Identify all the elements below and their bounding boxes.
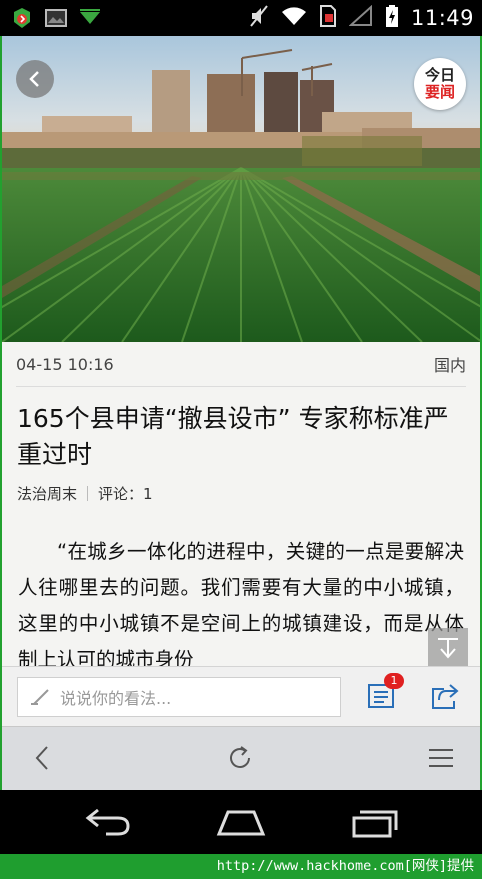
badge-line2: 要闻 — [424, 83, 455, 101]
article-meta: 04-15 10:16 国内 — [16, 342, 466, 387]
back-button[interactable] — [16, 60, 54, 98]
pencil-icon — [31, 689, 49, 705]
scroll-down-button[interactable] — [428, 628, 468, 666]
comment-count-badge: 1 — [384, 673, 404, 689]
refresh-icon — [230, 746, 250, 768]
battery-charging-icon — [385, 4, 399, 32]
today-news-badge[interactable]: 今日 要闻 — [414, 58, 466, 110]
article-byline: 法治周末 评论：1 — [17, 483, 465, 504]
back-arrow-icon — [85, 808, 130, 836]
no-sim-icon — [319, 4, 337, 32]
article-date: 04-15 10:16 — [16, 354, 114, 374]
comments-button[interactable]: 1 — [366, 673, 404, 713]
signal-icon — [348, 4, 373, 31]
article-comments-count[interactable]: 评论：1 — [98, 483, 153, 504]
article-view[interactable]: 今日 要闻 04-15 10:16 国内 165个县申请“撤县设市” 专家称标准… — [2, 36, 480, 666]
arrow-down-icon — [438, 638, 458, 659]
article-category[interactable]: 国内 — [434, 352, 466, 376]
article-source: 法治周末 — [17, 485, 78, 503]
back-icon — [35, 746, 48, 770]
home-icon — [216, 810, 266, 836]
share-icon — [432, 684, 459, 709]
system-nav-bar — [0, 790, 482, 854]
browser-refresh-button[interactable] — [225, 743, 257, 775]
article-body: “在城乡一体化的进程中，关键的一点是要解决人往哪里去的问题。我们需要有大量的中小… — [18, 540, 464, 666]
browser-menu-button[interactable] — [426, 743, 458, 775]
badge-line1: 今日 — [424, 66, 455, 84]
browser-back-button[interactable] — [28, 743, 60, 775]
system-recents-button[interactable] — [350, 804, 400, 840]
status-bar: 11:49 — [0, 0, 482, 36]
menu-icon — [429, 749, 453, 767]
status-clock: 11:49 — [410, 6, 474, 30]
wifi-icon — [281, 5, 307, 31]
image-icon — [44, 7, 68, 33]
hero-image: 今日 要闻 — [2, 36, 480, 342]
mute-icon — [249, 4, 269, 32]
system-back-button[interactable] — [84, 804, 134, 840]
farmland-photo — [2, 36, 480, 342]
comment-placeholder: 说说你的看法... — [60, 689, 172, 708]
recent-apps-icon — [352, 810, 398, 838]
comment-bar: 说说你的看法... 1 — [2, 666, 480, 727]
comment-input[interactable]: 说说你的看法... — [17, 677, 341, 717]
chevron-left-icon — [29, 71, 39, 87]
watermark: http://www.hackhome.com[网侠]提供 — [0, 854, 482, 879]
share-button[interactable] — [430, 681, 462, 713]
system-home-button[interactable] — [216, 804, 266, 840]
browser-toolbar — [2, 726, 480, 791]
download-arrow-icon — [78, 8, 102, 32]
byline-divider — [87, 486, 89, 501]
app-icon-green — [10, 6, 34, 34]
article-title: 165个县申请“撤县设市” 专家称标准严重过时 — [17, 404, 449, 469]
